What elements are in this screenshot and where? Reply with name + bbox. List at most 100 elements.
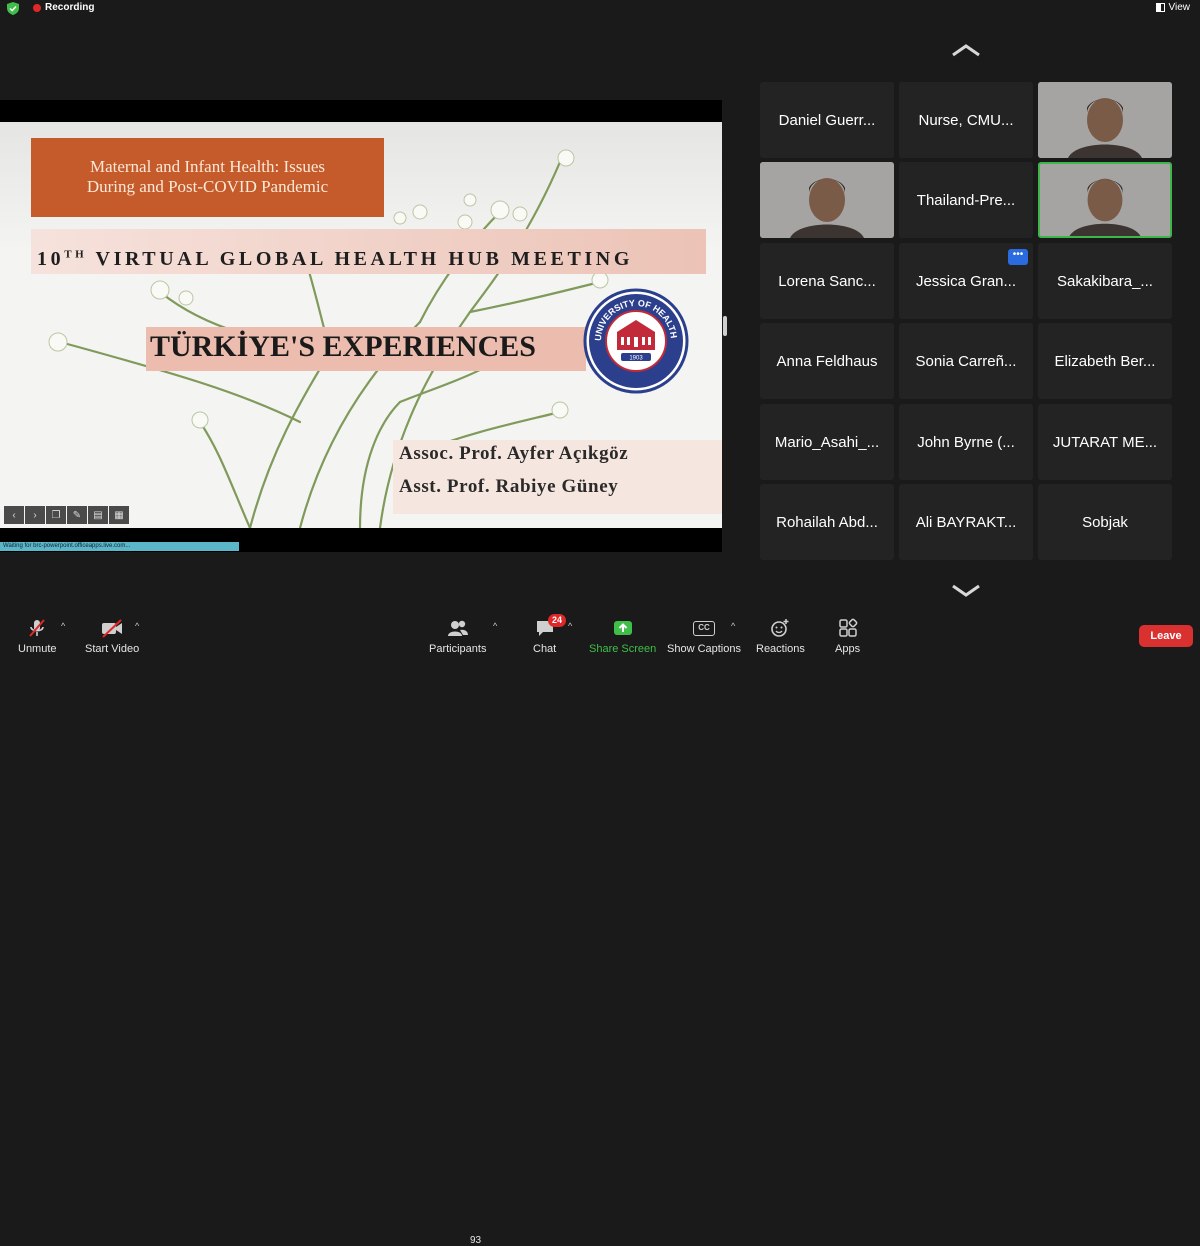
participant-video-feed bbox=[760, 162, 894, 238]
participant-tile[interactable] bbox=[1038, 162, 1172, 238]
top-bar: Recording View bbox=[0, 0, 1200, 18]
experiences-heading: TÜRKİYE'S EXPERIENCES bbox=[150, 330, 536, 363]
meeting-toolbar: Unmute ^ Start Video ^ Participants 93 ^… bbox=[0, 613, 1200, 1246]
participant-tile[interactable]: Nurse, CMU... bbox=[899, 82, 1033, 158]
video-options-caret-icon[interactable]: ^ bbox=[135, 621, 139, 631]
participants-caret-icon[interactable]: ^ bbox=[493, 621, 497, 631]
view-layout-icon bbox=[1155, 3, 1165, 12]
recording-label: Recording bbox=[45, 2, 95, 13]
captions-caret-icon[interactable]: ^ bbox=[731, 621, 735, 631]
start-video-button[interactable]: Start Video bbox=[85, 617, 139, 655]
participant-tile[interactable]: Anna Feldhaus bbox=[760, 323, 894, 399]
reactions-button[interactable]: Reactions bbox=[756, 617, 805, 655]
participant-name: Daniel Guerr... bbox=[778, 111, 876, 129]
participant-name: Ali BAYRAKT... bbox=[915, 513, 1017, 531]
start-video-label: Start Video bbox=[85, 643, 140, 655]
view-button[interactable]: View bbox=[1155, 2, 1191, 13]
author-2: Asst. Prof. Rabiye Güney bbox=[399, 476, 619, 497]
recording-indicator[interactable]: Recording bbox=[33, 2, 94, 13]
leave-button[interactable]: Leave bbox=[1139, 625, 1193, 647]
meeting-superscript: TH bbox=[64, 248, 88, 261]
view-label: View bbox=[1168, 2, 1191, 13]
participant-name: Elizabeth Ber... bbox=[1054, 352, 1156, 370]
show-captions-label: Show Captions bbox=[667, 643, 741, 655]
participant-tile[interactable]: Rohailah Abd... bbox=[760, 484, 894, 560]
participants-button[interactable]: Participants bbox=[429, 617, 486, 655]
participant-tile[interactable]: Sobjak bbox=[1038, 484, 1172, 560]
participants-label: Participants bbox=[429, 643, 487, 655]
microphone-muted-icon bbox=[29, 619, 46, 637]
audio-options-caret-icon[interactable]: ^ bbox=[61, 621, 65, 631]
participant-tile[interactable]: Lorena Sanc... bbox=[760, 243, 894, 319]
slide-controls: ‹ › ❐ ✎ ▤ ▦ bbox=[4, 506, 129, 524]
security-shield-icon[interactable] bbox=[7, 2, 19, 15]
slide-title-box: Maternal and Infant Health: Issues Durin… bbox=[31, 138, 384, 217]
participant-tile[interactable]: Elizabeth Ber... bbox=[1038, 323, 1172, 399]
participant-tile[interactable]: Ali BAYRAKT... bbox=[899, 484, 1033, 560]
chevron-up-icon[interactable] bbox=[951, 43, 981, 57]
apps-label: Apps bbox=[835, 643, 861, 655]
participant-video-feed bbox=[1038, 82, 1172, 158]
participant-name: Lorena Sanc... bbox=[778, 272, 876, 290]
more-options-icon[interactable]: ▦ bbox=[109, 506, 129, 524]
unmute-button[interactable]: Unmute bbox=[18, 617, 57, 655]
meeting-number: 10 bbox=[37, 248, 65, 270]
panel-resize-handle[interactable] bbox=[723, 316, 727, 336]
participant-name: JUTARAT ME... bbox=[1052, 433, 1158, 451]
participant-gallery: Daniel Guerr... Nurse, CMU... Thailand-Pre… bbox=[760, 82, 1173, 560]
browser-status-bar: Waiting for brc-powerpoint.officeapps.li… bbox=[0, 542, 239, 551]
slide-sorter-icon[interactable]: ❐ bbox=[46, 506, 66, 524]
cc-icon-text: CC bbox=[698, 622, 710, 632]
participant-tile[interactable]: Daniel Guerr... bbox=[760, 82, 894, 158]
slide-title-line2: During and Post-COVID Pandemic bbox=[86, 177, 329, 196]
shared-screen[interactable]: Maternal and Infant Health: Issues Durin… bbox=[0, 100, 722, 552]
chat-label: Chat bbox=[533, 643, 557, 655]
participant-name: John Byrne (... bbox=[917, 433, 1015, 451]
participant-tile[interactable]: John Byrne (... bbox=[899, 404, 1033, 480]
subtitles-icon[interactable]: ▤ bbox=[88, 506, 108, 524]
participant-name: Nurse, CMU... bbox=[918, 111, 1014, 129]
pen-icon[interactable]: ✎ bbox=[67, 506, 87, 524]
video-camera-off-icon bbox=[102, 619, 123, 638]
chat-caret-icon[interactable]: ^ bbox=[568, 621, 572, 631]
participant-name: Sobjak bbox=[1082, 513, 1128, 531]
participant-video-feed bbox=[1040, 164, 1170, 236]
meeting-title: VIRTUAL GLOBAL HEALTH HUB MEETING bbox=[87, 248, 633, 270]
university-seal-logo: UNIVERSITY OF HEALTH SCIENCES 1903 bbox=[583, 288, 689, 394]
participant-name: Thailand-Pre... bbox=[916, 191, 1016, 209]
share-screen-icon bbox=[613, 621, 632, 635]
participant-tile[interactable]: Jessica Gran... ••• bbox=[899, 243, 1033, 319]
previous-slide-icon[interactable]: ‹ bbox=[4, 506, 24, 524]
meeting-heading: 10TH VIRTUAL GLOBAL HEALTH HUB MEETING bbox=[37, 248, 633, 271]
recording-dot-icon bbox=[33, 3, 41, 12]
share-screen-button[interactable]: Share Screen bbox=[589, 617, 656, 655]
participant-tile[interactable]: Sakakibara_... bbox=[1038, 243, 1172, 319]
chat-unread-badge: 24 bbox=[548, 614, 567, 627]
next-slide-icon[interactable]: › bbox=[25, 506, 45, 524]
participant-name: Sakakibara_... bbox=[1057, 272, 1153, 290]
participant-tile[interactable] bbox=[1038, 82, 1172, 158]
participant-name: Mario_Asahi_... bbox=[774, 433, 880, 451]
participant-name: Jessica Gran... bbox=[915, 272, 1017, 290]
seal-year: 1903 bbox=[629, 356, 643, 362]
more-options-icon[interactable]: ••• bbox=[1008, 249, 1028, 265]
participant-name: Sonia Carreñ... bbox=[915, 352, 1017, 370]
participant-tile[interactable]: Thailand-Pre... bbox=[899, 162, 1033, 238]
participants-icon bbox=[447, 620, 468, 636]
show-captions-button[interactable]: CC Show Captions bbox=[667, 617, 741, 655]
participant-tile[interactable]: Sonia Carreñ... bbox=[899, 323, 1033, 399]
participant-tile[interactable] bbox=[760, 162, 894, 238]
participant-tile[interactable]: Mario_Asahi_... bbox=[760, 404, 894, 480]
author-1: Assoc. Prof. Ayfer Açıkgöz bbox=[399, 443, 629, 464]
share-screen-label: Share Screen bbox=[589, 643, 657, 655]
chevron-down-icon[interactable] bbox=[951, 584, 981, 598]
presentation-slide: Maternal and Infant Health: Issues Durin… bbox=[0, 122, 722, 528]
participants-count: 93 bbox=[470, 1235, 482, 1246]
participant-tile[interactable]: JUTARAT ME... bbox=[1038, 404, 1172, 480]
participant-name: Anna Feldhaus bbox=[776, 352, 878, 370]
unmute-label: Unmute bbox=[18, 643, 57, 655]
reactions-smiley-icon bbox=[771, 619, 789, 637]
apps-button[interactable]: Apps bbox=[835, 617, 860, 655]
closed-captions-icon: CC bbox=[693, 620, 715, 636]
reactions-label: Reactions bbox=[756, 643, 805, 655]
